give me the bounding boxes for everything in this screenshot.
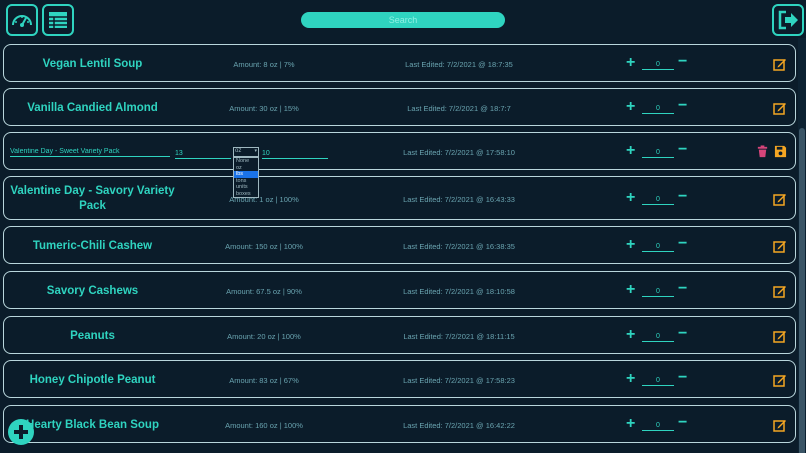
increment-button[interactable]: +: [626, 416, 635, 432]
item-last-edited: Last Edited: 7/2/2021 @ 17:58:10: [403, 148, 515, 157]
quantity-input[interactable]: [642, 103, 674, 114]
dashboard-gauge-icon: [12, 15, 32, 27]
top-bar: [0, 0, 806, 38]
inventory-row: Vanilla Candied Almond Amount: 30 oz | 1…: [3, 88, 796, 126]
decrement-button[interactable]: −: [678, 189, 687, 205]
inventory-row: Hearty Black Bean Soup Amount: 160 oz | …: [3, 405, 796, 443]
increment-button[interactable]: +: [626, 55, 635, 71]
edit-icon[interactable]: [773, 192, 787, 206]
percent-input[interactable]: [262, 149, 328, 159]
unit-option[interactable]: boxes: [234, 191, 258, 198]
unit-select-value: oz: [235, 148, 242, 154]
quantity-input[interactable]: [642, 420, 674, 431]
increment-button[interactable]: +: [626, 371, 635, 387]
item-last-edited: Last Edited: 7/2/2021 @ 16:43:33: [403, 195, 515, 204]
add-item-button[interactable]: [8, 419, 34, 445]
chevron-down-icon: ▾: [254, 148, 257, 154]
edit-icon[interactable]: [773, 57, 787, 71]
item-name: Vegan Lentil Soup: [42, 58, 143, 70]
item-last-edited: Last Edited: 7/2/2021 @ 16:42:22: [403, 421, 515, 430]
item-amount: Amount: 8 oz | 7%: [233, 60, 295, 69]
item-amount: Amount: 1 oz | 100%: [229, 195, 299, 204]
quantity-input[interactable]: [642, 286, 674, 297]
item-name-input[interactable]: [10, 147, 170, 157]
dashboard-button[interactable]: [6, 4, 38, 36]
item-name: Peanuts: [70, 330, 115, 342]
item-amount: Amount: 83 oz | 67%: [229, 376, 299, 385]
item-amount: Amount: 20 oz | 100%: [227, 332, 301, 341]
plus-icon: [14, 425, 28, 439]
item-amount: Amount: 160 oz | 100%: [225, 421, 303, 430]
scrollbar-track[interactable]: [798, 38, 806, 453]
scrollbar-thumb[interactable]: [799, 128, 805, 453]
quantity-input[interactable]: [642, 59, 674, 70]
increment-button[interactable]: +: [626, 99, 635, 115]
quantity-input[interactable]: [642, 241, 674, 252]
edit-icon[interactable]: [773, 101, 787, 115]
quantity-input[interactable]: [642, 331, 674, 342]
item-name: Savory Cashews: [46, 285, 139, 297]
decrement-button[interactable]: −: [678, 281, 687, 297]
item-last-edited: Last Edited: 7/2/2021 @ 18:11:15: [403, 332, 515, 341]
item-name: Vanilla Candied Almond: [27, 102, 158, 114]
inventory-row: Savory Cashews Amount: 67.5 oz | 90% Las…: [3, 271, 796, 309]
item-last-edited: Last Edited: 7/2/2021 @ 18:7:7: [407, 104, 511, 113]
item-last-edited: Last Edited: 7/2/2021 @ 18:10:58: [403, 287, 515, 296]
decrement-button[interactable]: −: [678, 236, 687, 252]
quantity-input[interactable]: [642, 194, 674, 205]
table-grid-icon: [49, 12, 67, 28]
edit-icon[interactable]: [773, 329, 787, 343]
inventory-row: Peanuts Amount: 20 oz | 100% Last Edited…: [3, 316, 796, 354]
increment-button[interactable]: +: [626, 190, 635, 206]
trash-icon[interactable]: [756, 145, 769, 158]
amount-input[interactable]: [175, 149, 231, 159]
item-name: Tumeric-Chili Cashew: [32, 240, 153, 252]
decrement-button[interactable]: −: [678, 370, 687, 386]
logout-button[interactable]: [772, 4, 804, 36]
quantity-input[interactable]: [642, 375, 674, 386]
increment-button[interactable]: +: [626, 282, 635, 298]
decrement-button[interactable]: −: [678, 415, 687, 431]
save-icon[interactable]: [774, 145, 787, 158]
edit-icon[interactable]: [773, 239, 787, 253]
table-view-button[interactable]: [42, 4, 74, 36]
edit-icon[interactable]: [773, 373, 787, 387]
item-amount: Amount: 30 oz | 15%: [229, 104, 299, 113]
decrement-button[interactable]: −: [678, 54, 687, 70]
logout-icon: [778, 10, 798, 30]
increment-button[interactable]: +: [626, 237, 635, 253]
decrement-button[interactable]: −: [678, 98, 687, 114]
decrement-button[interactable]: −: [678, 142, 687, 158]
item-amount: Amount: 150 oz | 100%: [225, 242, 303, 251]
search-input[interactable]: [301, 12, 505, 28]
edit-icon[interactable]: [773, 284, 787, 298]
item-last-edited: Last Edited: 7/2/2021 @ 18:7:35: [405, 60, 513, 69]
quantity-input[interactable]: [642, 147, 674, 158]
unit-dropdown: None oz lbs tons units boxes: [233, 157, 259, 198]
item-name: Valentine Day - Savory Variety Pack: [10, 185, 175, 212]
item-amount: Amount: 67.5 oz | 90%: [226, 287, 302, 296]
increment-button[interactable]: +: [626, 327, 635, 343]
item-last-edited: Last Edited: 7/2/2021 @ 16:38:35: [403, 242, 515, 251]
inventory-row: Vegan Lentil Soup Amount: 8 oz | 7% Last…: [3, 44, 796, 82]
inventory-row: Honey Chipotle Peanut Amount: 83 oz | 67…: [3, 360, 796, 398]
item-name: Hearty Black Bean Soup: [26, 419, 159, 431]
inventory-row: Tumeric-Chili Cashew Amount: 150 oz | 10…: [3, 226, 796, 264]
item-name: Honey Chipotle Peanut: [29, 374, 156, 386]
inventory-row: Valentine Day - Savory Variety Pack Amou…: [3, 176, 796, 220]
inventory-row-editing: oz ▾ None oz lbs tons units boxes Last E…: [3, 132, 796, 198]
item-last-edited: Last Edited: 7/2/2021 @ 17:58:23: [403, 376, 515, 385]
edit-icon[interactable]: [773, 418, 787, 432]
unit-select[interactable]: oz ▾: [233, 147, 259, 157]
decrement-button[interactable]: −: [678, 326, 687, 342]
increment-button[interactable]: +: [626, 143, 635, 159]
